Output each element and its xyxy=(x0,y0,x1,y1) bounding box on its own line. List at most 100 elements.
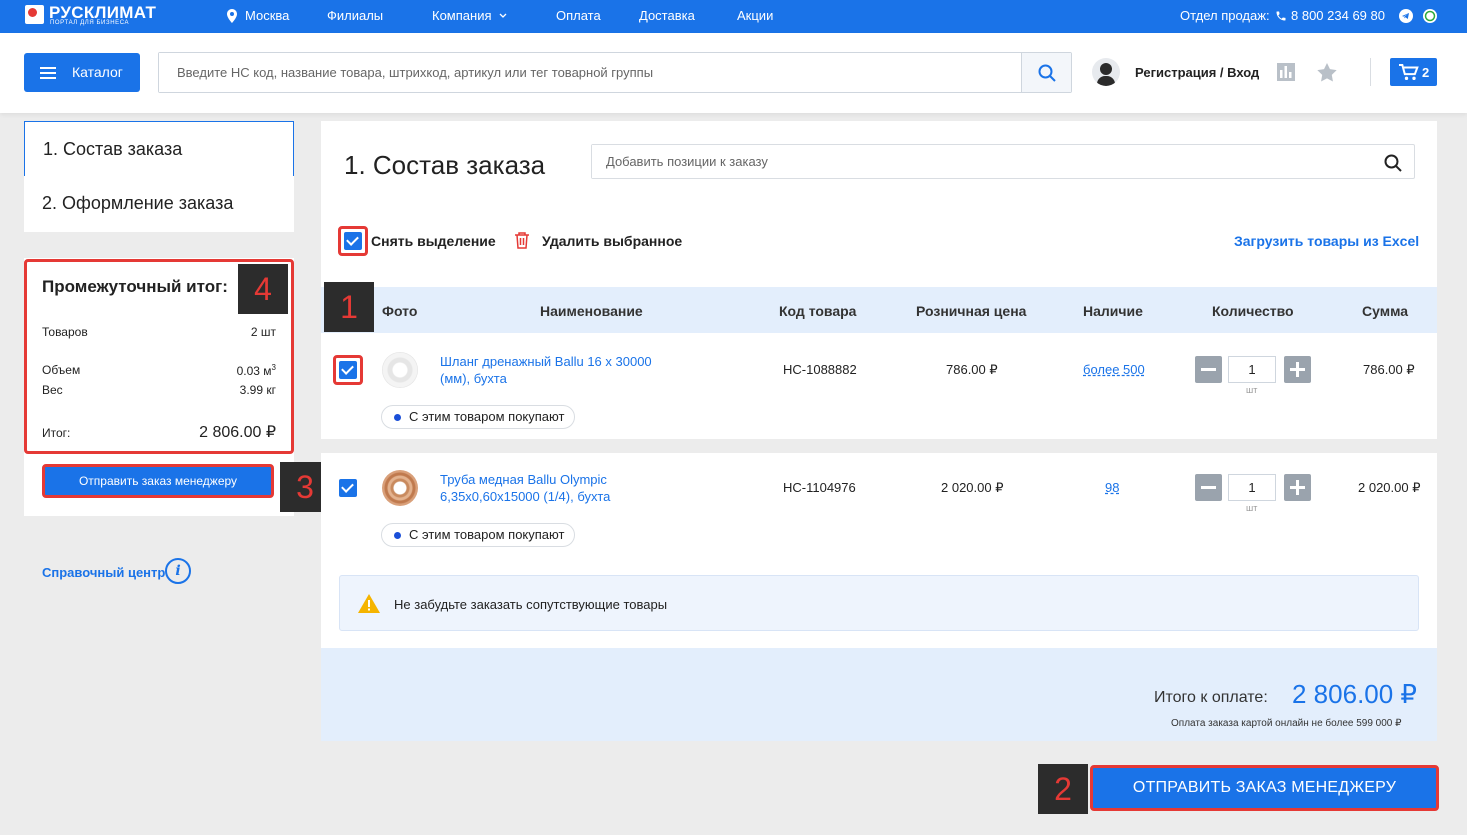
summary-volume-row: Объем 0.03 м3 xyxy=(42,363,276,378)
top-bar: РУСКЛИМАТ ПОРТАЛ ДЛЯ БИЗНЕСА Москва Фили… xyxy=(0,0,1467,33)
favorites-star-icon[interactable] xyxy=(1317,63,1337,82)
summary-total-label: Итог: xyxy=(42,426,71,440)
search-icon[interactable] xyxy=(1384,154,1402,172)
volume-unit-sup: 3 xyxy=(271,363,276,372)
cart-button[interactable]: 2 xyxy=(1390,58,1437,86)
search-bar xyxy=(158,52,1072,93)
menu-icon xyxy=(40,67,56,79)
product-name-line: 6,35х0,60х15000 (1/4), бухта xyxy=(440,489,611,504)
product-code: НС-1088882 xyxy=(783,362,857,377)
quantity-input[interactable]: 1 xyxy=(1228,474,1276,501)
nav-company[interactable]: Компания xyxy=(432,8,492,23)
phone-icon xyxy=(1276,11,1286,21)
page-title: 1. Состав заказа xyxy=(344,150,546,180)
step-order-composition[interactable]: 1. Состав заказа xyxy=(24,121,294,177)
search-icon xyxy=(1038,64,1056,82)
cart-count: 2 xyxy=(1422,65,1430,80)
step-checkout[interactable]: 2. Оформление заказа xyxy=(24,176,294,232)
total-value: 2 806.00 ₽ xyxy=(1292,679,1417,709)
step-badge-4: 4 xyxy=(238,264,288,314)
warning-icon xyxy=(358,594,380,613)
trash-icon[interactable] xyxy=(514,231,530,249)
related-products-tag[interactable]: С этим товаром покупают xyxy=(381,523,576,547)
product-name-line: (мм), бухта xyxy=(440,371,507,386)
product-name-link[interactable]: Шланг дренажный Ballu 16 х 30000 (мм), б… xyxy=(440,353,652,387)
compare-chart-icon[interactable] xyxy=(1277,63,1295,81)
table-header: N Фото Наименование Код товара Розничная… xyxy=(321,287,1437,333)
column-header-price: Розничная цена xyxy=(916,303,1027,319)
quantity-increment-button[interactable] xyxy=(1284,474,1311,501)
avatar[interactable] xyxy=(1092,58,1120,86)
summary-title: Промежуточный итог: xyxy=(42,277,228,296)
search-input[interactable] xyxy=(159,53,1021,92)
related-goods-notice: Не забудьте заказать сопутствующие товар… xyxy=(339,575,1419,631)
step-label: 1. Состав заказа xyxy=(43,139,183,159)
total-label: Итого к оплате: xyxy=(1154,689,1268,706)
add-items-input[interactable] xyxy=(592,145,1372,178)
summary-items-label: Товаров xyxy=(42,325,88,339)
add-items-field xyxy=(591,144,1415,179)
chevron-down-icon[interactable] xyxy=(499,13,507,19)
quantity-decrement-button[interactable] xyxy=(1195,356,1222,383)
nav-promotions[interactable]: Акции xyxy=(737,8,773,23)
cart-icon xyxy=(1399,64,1419,80)
sales-label: Отдел продаж: xyxy=(1180,8,1270,23)
deselect-label[interactable]: Снять выделение xyxy=(371,233,496,249)
quantity-decrement-button[interactable] xyxy=(1195,474,1222,501)
quantity-increment-button[interactable] xyxy=(1284,356,1311,383)
quantity-unit: шт xyxy=(1246,503,1258,513)
logo-icon[interactable] xyxy=(25,5,44,24)
step-label: 2. Оформление заказа xyxy=(42,193,234,213)
quantity-unit: шт xyxy=(1246,385,1258,395)
upload-excel-link[interactable]: Загрузить товары из Excel xyxy=(1234,233,1419,249)
login-link[interactable]: Регистрация / Вход xyxy=(1135,65,1259,80)
column-header-stock: Наличие xyxy=(1083,303,1143,319)
product-code: НС-1104976 xyxy=(783,480,856,495)
nav-payment[interactable]: Оплата xyxy=(556,8,601,23)
summary-items-value: 2 шт xyxy=(250,325,276,339)
nav-branches[interactable]: Филиалы xyxy=(327,8,383,23)
help-center-link[interactable]: Справочный центр xyxy=(42,565,165,580)
nav-delivery[interactable]: Доставка xyxy=(639,8,695,23)
order-total-panel: Итого к оплате: 2 806.00 ₽ Оплата заказа… xyxy=(321,648,1437,741)
info-icon[interactable]: i xyxy=(165,558,191,584)
logo-subtitle: ПОРТАЛ ДЛЯ БИЗНЕСА xyxy=(50,20,130,26)
product-name-line: Труба медная Ballu Olympic xyxy=(440,472,607,487)
column-header-code: Код товара xyxy=(779,303,857,319)
row-sum: 786.00 ₽ xyxy=(1363,362,1415,377)
telegram-icon[interactable] xyxy=(1399,9,1413,23)
delete-selected-button[interactable]: Удалить выбранное xyxy=(542,233,682,249)
product-image[interactable] xyxy=(382,352,418,388)
row-checkbox[interactable] xyxy=(339,479,357,497)
catalog-button[interactable]: Каталог xyxy=(24,53,140,92)
whatsapp-icon[interactable] xyxy=(1423,9,1437,23)
card-limit-note: Оплата заказа картой онлайн не более 599… xyxy=(1171,718,1402,729)
product-name-link[interactable]: Труба медная Ballu Olympic 6,35х0,60х150… xyxy=(440,471,610,505)
related-products-tag[interactable]: С этим товаром покупают xyxy=(381,405,576,429)
row-checkbox[interactable] xyxy=(339,361,357,379)
summary-items-row: Товаров 2 шт xyxy=(42,325,276,339)
column-header-photo: Фото xyxy=(382,303,418,319)
summary-weight-value: 3.99 кг xyxy=(239,383,276,397)
quantity-input[interactable]: 1 xyxy=(1228,356,1276,383)
city-selector[interactable]: Москва xyxy=(245,8,289,23)
send-to-manager-button[interactable]: ОТПРАВИТЬ ЗАКАЗ МЕНЕДЖЕРУ xyxy=(1090,765,1439,811)
select-all-checkbox[interactable] xyxy=(344,232,362,250)
header-divider xyxy=(1370,58,1371,86)
row-sum: 2 020.00 ₽ xyxy=(1358,480,1421,495)
product-image[interactable] xyxy=(382,470,418,506)
step-badge-1: 1 xyxy=(324,282,374,332)
summary-weight-row: Вес 3.99 кг xyxy=(42,383,276,397)
send-to-manager-button-small[interactable]: Отправить заказ менеджеру xyxy=(42,464,274,498)
summary-weight-label: Вес xyxy=(42,383,63,397)
stock-link[interactable]: 98 xyxy=(1105,480,1119,495)
location-pin-icon xyxy=(227,9,237,23)
stock-link[interactable]: более 500 xyxy=(1083,362,1145,377)
step-badge-2: 2 xyxy=(1038,764,1088,814)
sales-phone[interactable]: 8 800 234 69 80 xyxy=(1291,8,1385,23)
product-price: 2 020.00 ₽ xyxy=(941,480,1004,495)
notice-text: Не забудьте заказать сопутствующие товар… xyxy=(394,597,668,612)
summary-volume-label: Объем xyxy=(42,363,81,377)
summary-total-value: 2 806.00 ₽ xyxy=(199,424,276,441)
search-button[interactable] xyxy=(1021,53,1071,92)
